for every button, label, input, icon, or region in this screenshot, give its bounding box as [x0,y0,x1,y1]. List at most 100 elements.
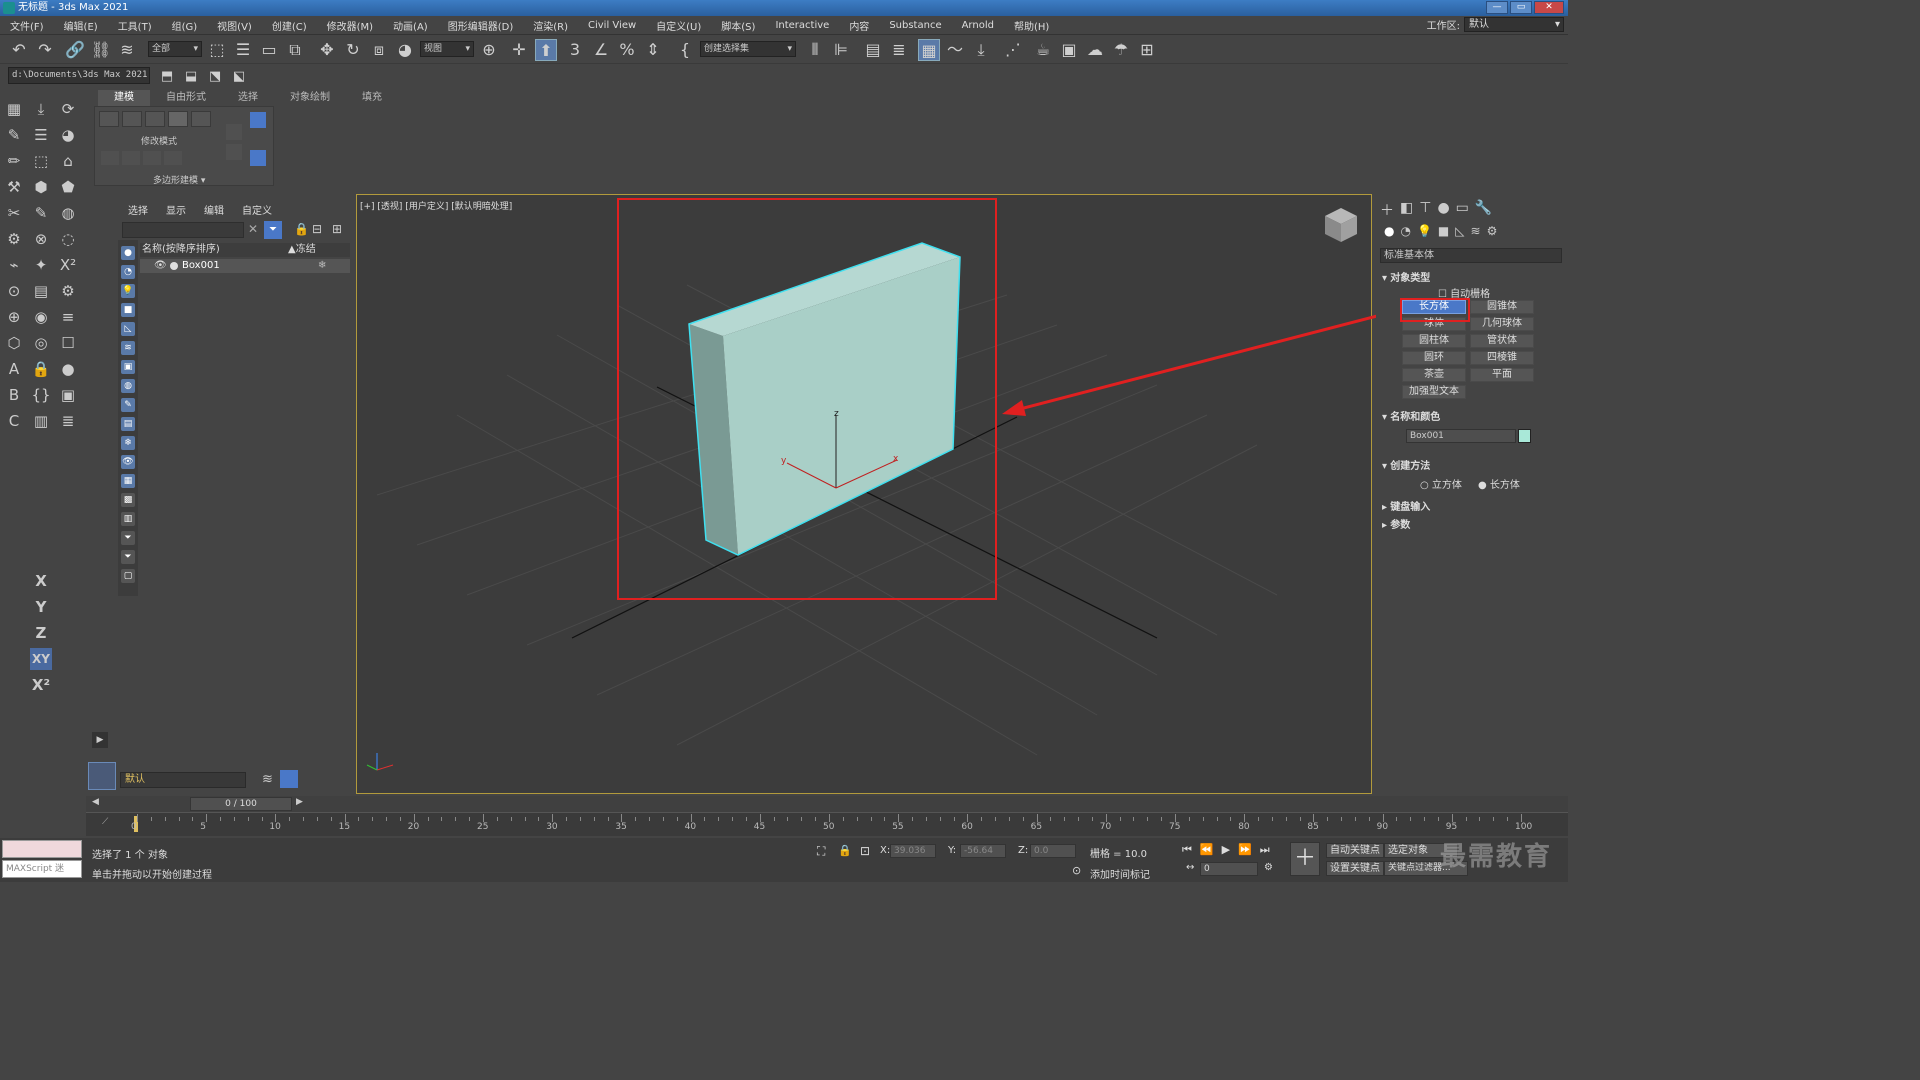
mirror-icon[interactable]: ⫴ [804,39,826,61]
left-tool-icon-7[interactable]: ⬚ [30,150,52,172]
lights-icon[interactable]: 💡 [1417,224,1432,238]
project-folder-dropdown[interactable]: d:\Documents\3ds Max 2021 [8,67,150,84]
left-tool-icon-2[interactable]: ⟳ [57,98,79,120]
shapes-icon[interactable]: ◔ [1400,224,1410,238]
left-tool-icon-5[interactable]: ◕ [57,124,79,146]
left-tool-icon-35[interactable]: ▣ [57,384,79,406]
layer-stack-icon[interactable]: ≋ [262,772,273,787]
menu-item-17[interactable]: 帮助(H) [1004,18,1059,33]
percent-snap-icon[interactable]: % [616,39,638,61]
explorer-menu-1[interactable]: 显示 [166,202,186,217]
left-tool-icon-32[interactable]: ● [57,358,79,380]
render-setup-icon[interactable]: ☕ [1032,39,1054,61]
explorer-filter-icon-6[interactable]: ▣ [121,360,135,374]
menu-item-14[interactable]: 内容 [839,18,879,33]
left-tool-icon-6[interactable]: ✏ [3,150,25,172]
left-tool-icon-10[interactable]: ⬢ [30,176,52,198]
left-tool-icon-12[interactable]: ✂ [3,202,25,224]
border-mode-icon[interactable] [145,111,165,127]
utilities-tab-icon[interactable]: 🔧 [1475,200,1492,220]
primitive-button-5-0[interactable]: 加强型文本 [1402,385,1466,399]
primitive-button-2-1[interactable]: 管状体 [1470,334,1534,348]
left-tool-icon-21[interactable]: ⊙ [3,280,25,302]
y-coord-input[interactable]: -56.64 [960,844,1006,858]
explorer-filter-icon-12[interactable]: ▦ [121,474,135,488]
explorer-column-header[interactable]: 名称(按降序排序) ▲冻结 [140,243,350,257]
explorer-filter-icon-4[interactable]: ◺ [121,322,135,336]
time-slider[interactable]: ◀ 0 / 100 ▶ [86,796,1568,812]
move-icon[interactable]: ✥ [316,39,338,61]
menu-item-10[interactable]: Civil View [578,20,646,31]
edge-mode-icon[interactable] [122,111,142,127]
explorer-filter-icon-17[interactable]: ▢ [121,569,135,583]
menu-item-8[interactable]: 图形编辑器(D) [438,18,524,33]
scale-icon[interactable]: ⧈ [368,39,390,61]
scene-explorer-icon[interactable]: ▤ [862,39,884,61]
layer-dropdown[interactable]: 默认 [120,772,246,788]
keyboard-shortcut-override-icon[interactable]: ⬆ [535,39,557,61]
schematic-view-icon[interactable]: ⤓ [970,39,992,61]
modify-tab-icon[interactable]: ◧ [1400,200,1413,220]
primitive-button-3-1[interactable]: 四棱锥 [1470,351,1534,365]
name-color-rollout[interactable]: 名称和颜色 [1382,408,1440,423]
layer-manager-icon[interactable] [280,770,298,788]
column-freeze[interactable]: ▲冻结 [288,243,316,257]
link-icon[interactable]: 🔗 [64,39,86,61]
creation-method-rollout[interactable]: 创建方法 [1382,457,1430,472]
container-edit-icon[interactable]: ⬕ [228,66,250,88]
menu-item-2[interactable]: 工具(T) [108,18,162,33]
menu-item-3[interactable]: 组(G) [162,18,208,33]
current-frame-spinner[interactable]: 0 [1200,862,1258,876]
explorer-filter-icon-0[interactable]: ● [121,246,135,260]
left-tool-icon-26[interactable]: ≡ [57,306,79,328]
time-tag-icon[interactable]: ⊙ [1072,864,1081,877]
render-production-icon[interactable]: ☁ [1084,39,1106,61]
primitive-category-dropdown[interactable]: 标准基本体 [1380,248,1562,263]
axis-constraint-4[interactable]: X² [30,674,52,696]
object-color-swatch[interactable] [1518,429,1531,443]
set-key-button[interactable]: 设置关键点 [1326,861,1384,876]
explorer-filter-icon-3[interactable]: ■ [121,303,135,317]
left-tool-icon-34[interactable]: {} [30,384,52,406]
polygon-mode-icon[interactable] [168,111,188,127]
lock-icon[interactable]: 🔒 [294,222,309,236]
ribbon-tab-4[interactable]: 填充 [346,90,398,106]
polygon-modeling-label[interactable]: 多边形建模 ▾ [153,173,205,186]
visibility-eye-icon[interactable]: 👁 [154,259,167,273]
redo-icon[interactable]: ↷ [34,39,56,61]
layer-sort-icon[interactable]: ⊞ [332,222,342,236]
menu-item-1[interactable]: 编辑(E) [54,18,108,33]
menu-item-5[interactable]: 创建(C) [262,18,317,33]
container-icon[interactable]: ⬒ [156,66,178,88]
explorer-filter-icon-10[interactable]: ❄ [121,436,135,450]
explorer-filter-icon-5[interactable]: ≋ [121,341,135,355]
ribbon-tool-c[interactable] [143,151,161,165]
left-tool-icon-3[interactable]: ✎ [3,124,25,146]
left-tool-icon-38[interactable]: ≣ [57,410,79,432]
axis-constraint-2[interactable]: Z [30,622,52,644]
object-name-input[interactable]: Box001 [1406,429,1516,443]
clear-search-icon[interactable]: ✕ [248,222,258,236]
left-tool-icon-33[interactable]: B [3,384,25,406]
explorer-filter-icon-1[interactable]: ◔ [121,265,135,279]
left-tool-icon-36[interactable]: C [3,410,25,432]
menu-item-12[interactable]: 脚本(S) [711,18,765,33]
prev-frame-icon[interactable]: ◀ [92,797,99,807]
place-icon[interactable]: ◕ [394,39,416,61]
explorer-search-input[interactable] [122,222,244,238]
object-name[interactable]: Box001 [182,259,220,273]
viewport-label[interactable]: [+] [透视] [用户定义] [默认明暗处理] [360,199,512,212]
container-close-icon[interactable]: ⬔ [204,66,226,88]
explorer-filter-icon-14[interactable]: ▥ [121,512,135,526]
left-tool-icon-30[interactable]: A [3,358,25,380]
explorer-filter-icon-8[interactable]: ✎ [121,398,135,412]
primitive-button-1-1[interactable]: 几何球体 [1470,317,1534,331]
curve-editor-mini-icon[interactable]: ⟋ [102,817,108,827]
x-coord-input[interactable]: 39.036 [890,844,936,858]
layer-explorer-icon[interactable]: ≣ [888,39,910,61]
frame-counter[interactable]: 0 / 100 [190,797,292,811]
menu-item-11[interactable]: 自定义(U) [646,18,711,33]
material-editor-icon[interactable]: ⋰ [1002,39,1024,61]
prev-key-icon[interactable]: ⏪ [1200,843,1214,857]
left-tool-icon-20[interactable]: X² [57,254,79,276]
